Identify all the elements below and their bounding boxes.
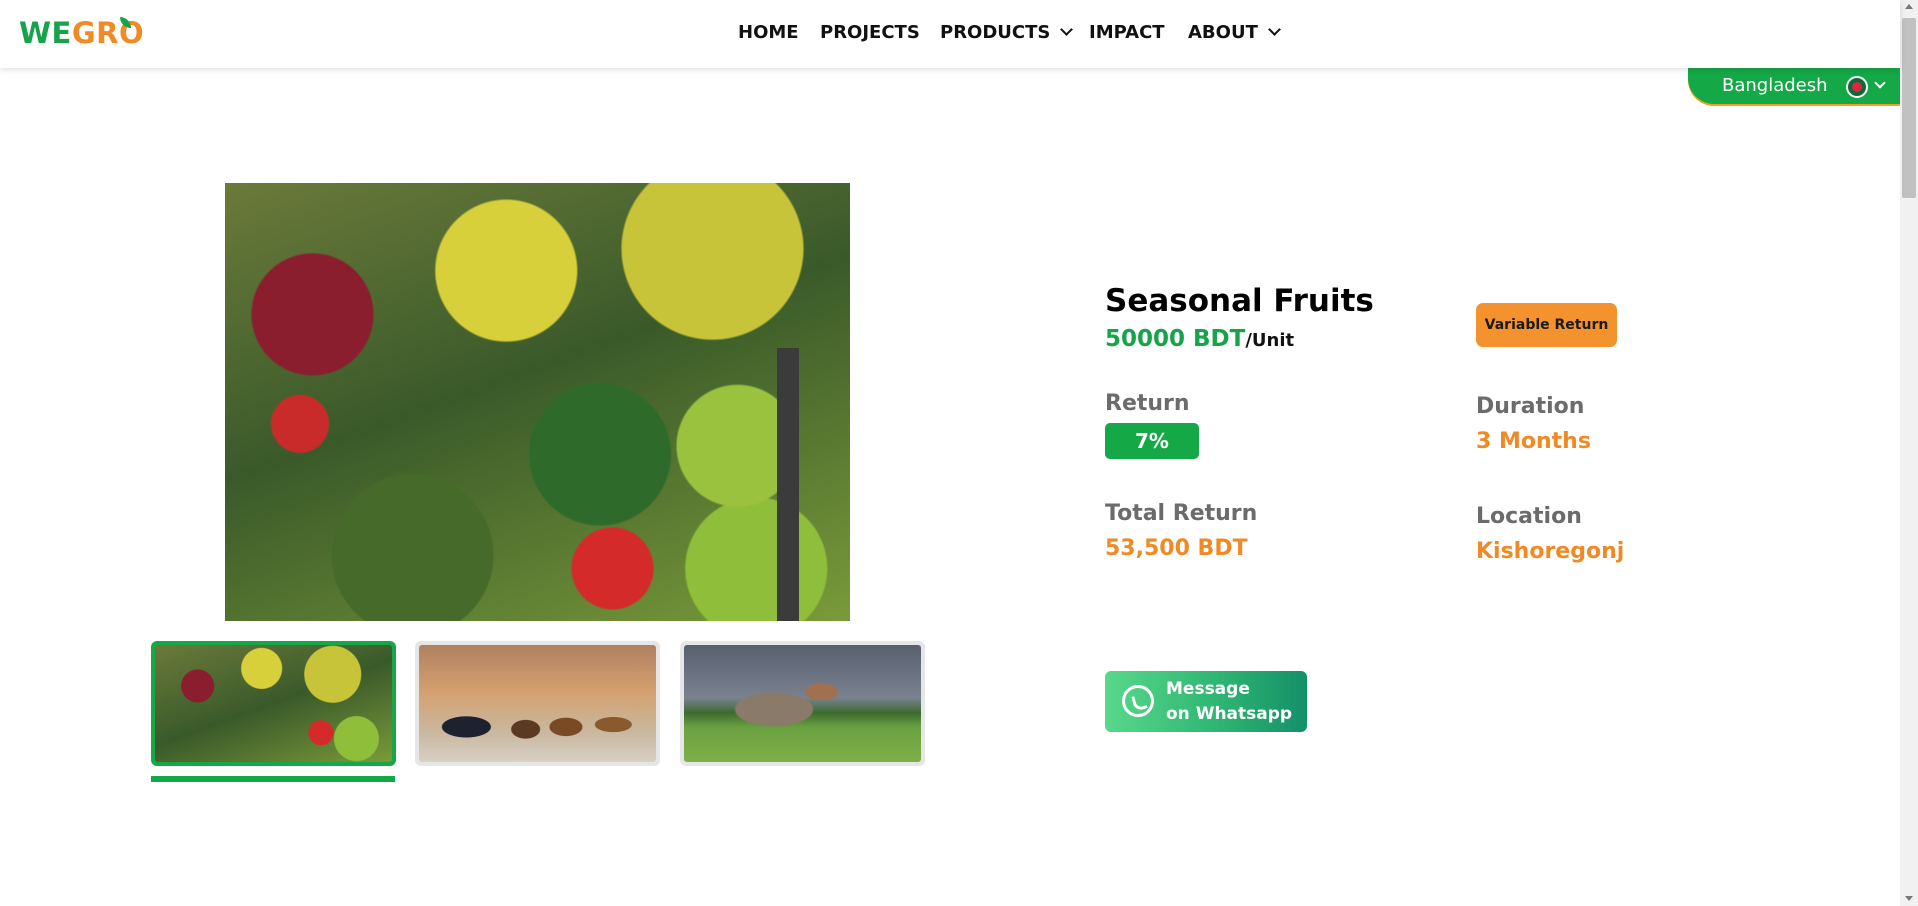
fruits-thumbnail-image — [155, 645, 392, 762]
total-return-value: 53,500 BDT — [1105, 536, 1248, 561]
duration-label: Duration — [1476, 394, 1585, 419]
nav-about[interactable]: ABOUT — [1188, 22, 1281, 43]
product-price: 50000 BDT/Unit — [1105, 326, 1294, 352]
gallery-thumbnail-chickens[interactable] — [415, 641, 660, 766]
scroll-down-arrow-icon[interactable] — [1905, 896, 1913, 901]
gallery-thumbnail-fruits[interactable] — [151, 641, 396, 766]
price-value: 50000 BDT — [1105, 326, 1246, 352]
whatsapp-button-label: Message on Whatsapp — [1166, 679, 1293, 724]
return-label: Return — [1105, 391, 1190, 416]
gallery-thumbnail-rooster[interactable] — [680, 641, 925, 766]
price-unit: /Unit — [1245, 330, 1295, 351]
site-header: WEGRO HOME PROJECTS PRODUCTS IMPACT ABOU… — [0, 0, 1900, 68]
location-label: Location — [1476, 504, 1582, 529]
nav-home[interactable]: HOME — [738, 22, 799, 43]
chevron-down-icon — [1874, 77, 1886, 89]
scrollbar-thumb[interactable] — [1902, 18, 1916, 198]
main-product-image — [225, 183, 850, 621]
whatsapp-message-button[interactable]: Message on Whatsapp — [1105, 671, 1307, 732]
page-scrollbar[interactable] — [1900, 0, 1918, 906]
image-pole-detail — [777, 348, 799, 621]
duration-value: 3 Months — [1476, 429, 1591, 454]
nav-impact[interactable]: IMPACT — [1089, 22, 1165, 43]
nav-projects[interactable]: PROJECTS — [820, 22, 920, 43]
return-value-badge: 7% — [1105, 423, 1199, 459]
product-title: Seasonal Fruits — [1105, 283, 1374, 319]
chevron-down-icon — [1060, 23, 1074, 36]
bangladesh-flag-icon — [1846, 76, 1868, 98]
nav-products[interactable]: PRODUCTS — [940, 22, 1074, 43]
whatsapp-icon — [1122, 685, 1154, 717]
rooster-thumbnail-image — [684, 645, 921, 762]
scroll-up-arrow-icon[interactable] — [1905, 4, 1913, 9]
location-value: Kishoregonj — [1476, 539, 1625, 564]
country-label: Bangladesh — [1722, 75, 1828, 96]
country-selector[interactable]: Bangladesh — [1688, 68, 1900, 104]
chickens-thumbnail-image — [419, 645, 656, 762]
active-thumbnail-indicator — [151, 776, 395, 782]
chevron-down-icon — [1267, 23, 1281, 36]
variable-return-badge: Variable Return — [1476, 303, 1617, 347]
total-return-label: Total Return — [1105, 501, 1258, 526]
